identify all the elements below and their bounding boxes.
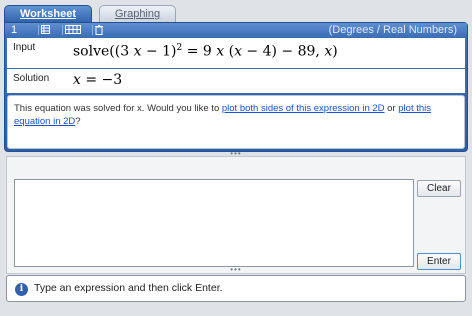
- suggestion-message: This equation was solved for x. Would yo…: [7, 95, 465, 149]
- solution-expression[interactable]: x = −3: [73, 72, 122, 88]
- tab-strip: Worksheet Graphing: [0, 0, 472, 23]
- plot-both-sides-link[interactable]: plot both sides of this expression in 2D: [222, 103, 385, 114]
- expr-minus-four: − 4) − 89,: [241, 43, 320, 60]
- enter-button[interactable]: Enter: [417, 253, 461, 270]
- splitter-handle-bottom[interactable]: •••: [226, 266, 246, 274]
- status-text: Type an expression and then click Enter.: [34, 282, 223, 294]
- solution-label: Solution: [13, 73, 50, 84]
- entry-header: 1 (Degrees / Real Numbers): [5, 23, 467, 38]
- input-label: Input: [13, 42, 36, 53]
- expr-equals: = 9: [182, 43, 212, 60]
- expr-paren: (: [224, 43, 235, 60]
- message-suffix: ?: [75, 116, 81, 127]
- message-text: This equation was solved for x. Would yo…: [14, 102, 454, 128]
- input-row: Input solve((3 x − 1)2 = 9 x (x − 4) − 8…: [7, 38, 465, 68]
- message-middle: or: [384, 103, 399, 114]
- keyboard-icon[interactable]: [62, 25, 84, 35]
- expr-minus-one: − 1): [141, 43, 177, 60]
- trash-icon[interactable]: [92, 25, 104, 35]
- grid-icon[interactable]: [38, 25, 50, 35]
- tab-worksheet[interactable]: Worksheet: [4, 5, 92, 23]
- clear-button[interactable]: Clear: [417, 180, 461, 197]
- expr-func: solve: [73, 43, 110, 60]
- input-expression[interactable]: solve((3 x − 1)2 = 9 x (x − 4) − 89, x): [73, 43, 338, 60]
- expr-var: x: [133, 43, 142, 60]
- status-bar: i Type an expression and then click Ente…: [6, 275, 466, 302]
- input-panel: Clear Enter: [6, 156, 466, 274]
- solution-row: Solution x = −3: [7, 69, 465, 93]
- entry-number: 1: [11, 24, 18, 36]
- expr-close: ): [332, 43, 338, 60]
- expr-three: 3: [120, 43, 130, 60]
- expr-var: x: [234, 43, 242, 60]
- expr-var: x: [216, 43, 225, 60]
- solution-var: x: [73, 72, 81, 88]
- expression-input[interactable]: [14, 179, 414, 267]
- message-prefix: This equation was solved for x. Would yo…: [14, 103, 222, 114]
- worksheet-panel: 1 (Degrees / Real Numbers) Input solve((…: [4, 22, 468, 152]
- angle-mode-label: (Degrees / Real Numbers): [328, 24, 457, 36]
- solution-value: = −3: [80, 72, 123, 88]
- tab-graphing[interactable]: Graphing: [99, 5, 176, 23]
- info-icon: i: [15, 283, 28, 296]
- expr-open: ((: [109, 43, 121, 60]
